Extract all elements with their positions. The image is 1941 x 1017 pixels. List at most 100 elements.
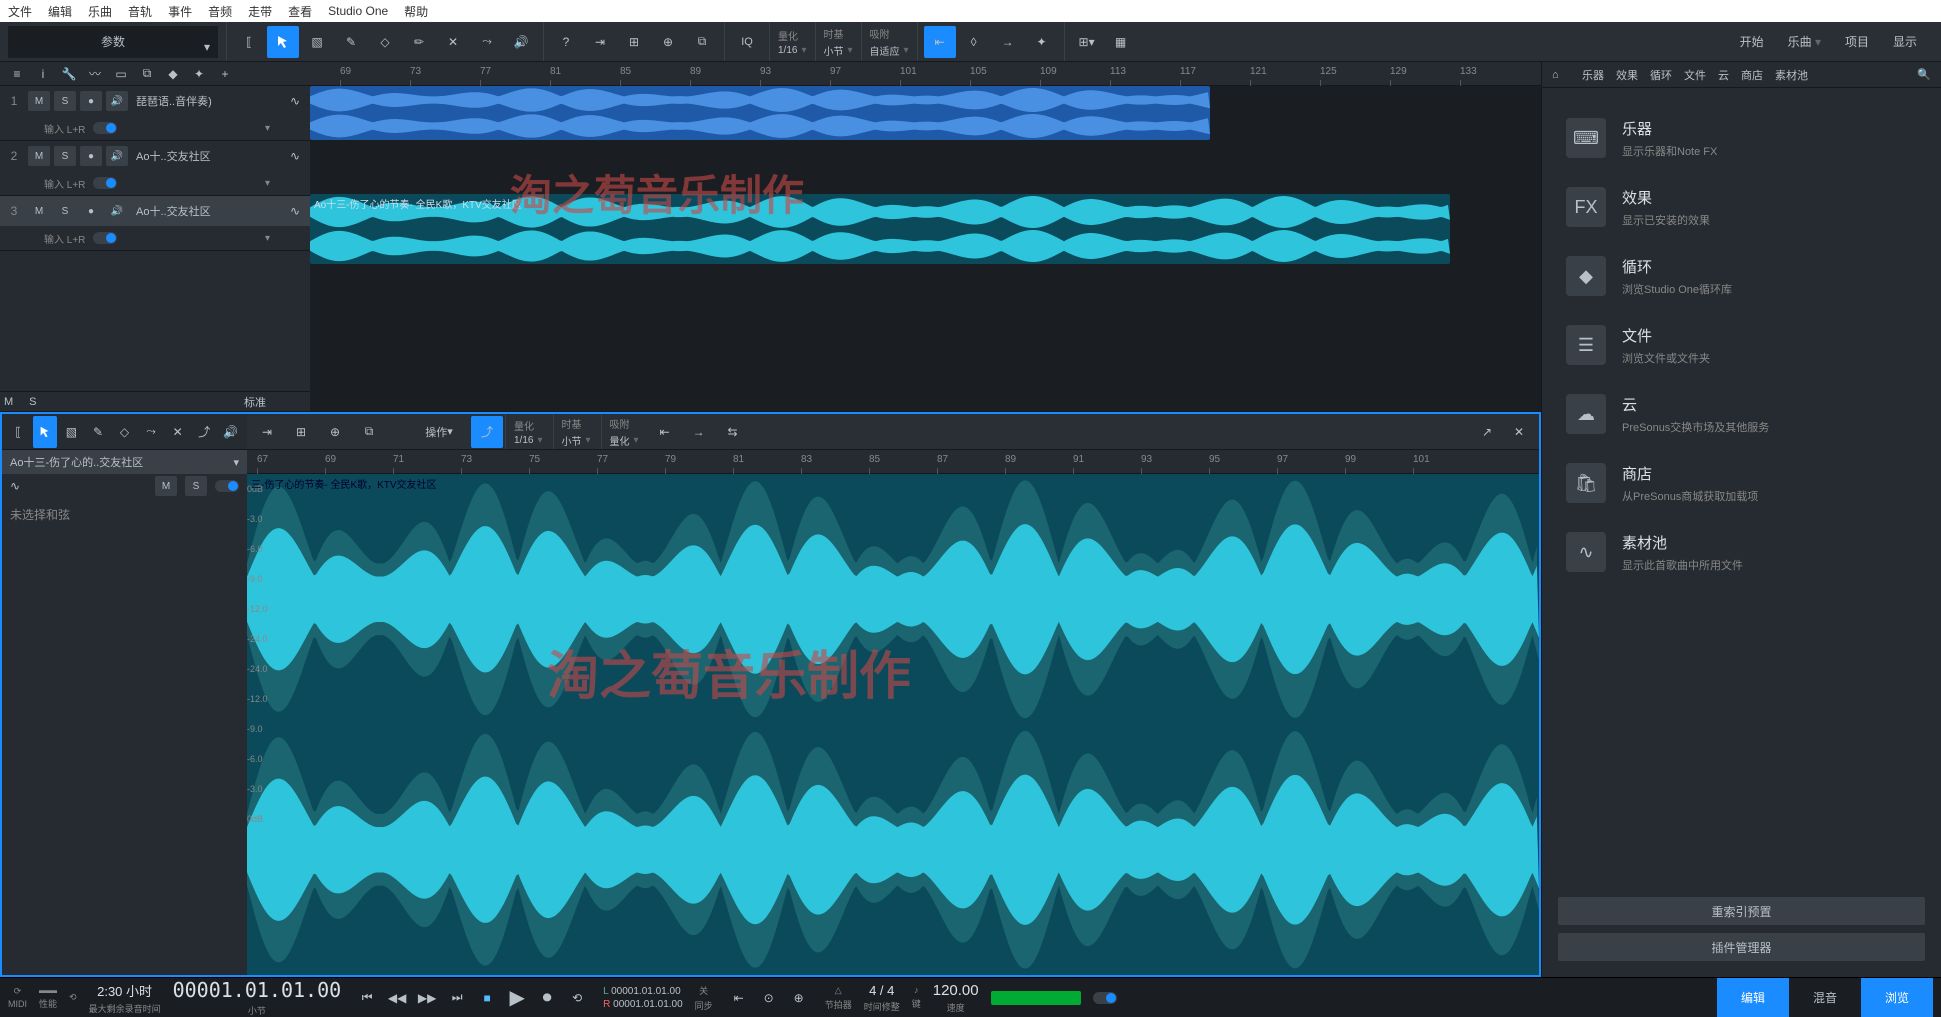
paint-tool[interactable]: ✏ [403,26,435,58]
editor-waveform[interactable]: 三-伤了心的节奏- 全民K歌，KTV交友社区 淘之萄音乐制作 0dB-3.0-6… [247,474,1539,975]
mute-button[interactable]: M [28,91,50,111]
mute-button[interactable]: M [28,146,50,166]
rewind-start-button[interactable]: ⏮ [353,984,381,1012]
menu-file[interactable]: 文件 [8,3,32,20]
ed-follow-icon[interactable]: → [683,416,715,448]
ed-bend-mode-icon[interactable]: ⤴ [471,416,503,448]
param-dropdown[interactable]: 参数 [8,26,218,58]
editor-bend-tool[interactable]: ⤳ [139,416,164,448]
tab-files[interactable]: 文件 [1684,67,1706,83]
quantize-selector[interactable]: 量化 1/16 [769,22,815,61]
tracklist-icon[interactable]: ≡ [8,67,26,81]
record-button[interactable]: ⏺ [533,984,561,1012]
ed-close-icon[interactable]: ✕ [1503,416,1535,448]
home-icon[interactable]: ⌂ [1552,69,1570,81]
ed-snap[interactable]: 吸附量化 [601,414,647,449]
position-display[interactable]: 00001.01.01.00小节 [173,978,342,1017]
view-edit[interactable]: 编辑 [1717,978,1789,1017]
audio-clip-3[interactable]: Ao十三-伤了心的节奏- 全民K歌，KTV交友社区 [310,194,1450,264]
menu-song[interactable]: 乐曲 [88,3,112,20]
tab-pool[interactable]: 素材池 [1775,67,1808,83]
plugin-manager-button[interactable]: 插件管理器 [1558,933,1925,961]
reindex-button[interactable]: 重索引预置 [1558,897,1925,925]
ed-snap1-icon[interactable]: ⇥ [251,416,283,448]
metronome[interactable]: △节拍器 [825,985,852,1011]
input-toggle[interactable] [93,232,117,244]
browser-item-pool[interactable]: ∿素材池显示此首歌曲中所用文件 [1558,518,1925,587]
editor-draw-tool[interactable]: ✎ [86,416,111,448]
mute-button[interactable]: M [28,201,50,221]
editor-clip-selector[interactable]: Ao十三-伤了心的..交友社区 [2,450,247,474]
track-input[interactable]: 输入 L+R [0,116,310,140]
timebase-selector[interactable]: 时基 小节 [815,22,861,61]
ed-quantize[interactable]: 量化1/16 [505,414,551,449]
track-2[interactable]: 2 M S ● 🔊 Ao十..交友社区 ∿ 输入 L+R [0,141,310,196]
forward-end-button[interactable]: ⏭ [443,984,471,1012]
solo-button[interactable]: S [54,146,76,166]
editor-ruler[interactable]: 6769717375777981838587899193959799101 [247,450,1539,474]
tempo-icon[interactable]: ✦ [1026,26,1058,58]
editor-solo[interactable]: S [185,476,207,496]
autopunch-icon[interactable]: ⊙ [755,984,783,1012]
search-icon[interactable]: 🔍 [1917,68,1931,81]
forward-button[interactable]: ▶▶ [413,984,441,1012]
expand-icon[interactable]: ⟦ [233,26,265,58]
ed-action-dropdown[interactable]: 操作 ▾ [409,416,469,448]
nav-project[interactable]: 项目 [1845,33,1869,50]
menu-edit[interactable]: 编辑 [48,3,72,20]
editor-split-tool[interactable]: ⤴ [192,416,217,448]
arrange-ruler[interactable]: 6973778185899397101105109113117121125129… [310,62,1541,86]
editor-arrow-tool[interactable] [33,416,58,448]
draw-tool[interactable]: ✎ [335,26,367,58]
ed-snap2-icon[interactable]: ⊞ [285,416,317,448]
menu-audio[interactable]: 音频 [208,3,232,20]
group-icon[interactable]: ▭ [112,67,130,81]
erase-tool[interactable]: ◇ [369,26,401,58]
video-icon[interactable]: ▦ [1105,26,1137,58]
editor-expand-icon[interactable]: ⟦ [6,416,31,448]
monitor-button[interactable]: 🔊 [106,201,128,221]
editor-toggle[interactable] [215,480,239,492]
precount-icon[interactable]: ⊕ [785,984,813,1012]
arranger-icon[interactable]: → [992,26,1024,58]
editor-range-tool[interactable]: ▧ [59,416,84,448]
editor-mute-tool[interactable]: ✕ [165,416,190,448]
tab-instruments[interactable]: 乐器 [1582,67,1604,83]
stop-button[interactable]: ■ [473,984,501,1012]
wrench-icon[interactable]: 🔧 [60,67,78,81]
info-icon[interactable]: i [34,67,52,81]
input-toggle[interactable] [93,122,117,134]
snap-grid-icon[interactable]: ⊞ [618,26,650,58]
play-button[interactable]: ▶ [503,984,531,1012]
preroll-icon[interactable]: ⇤ [725,984,753,1012]
ed-zoom-icon[interactable]: ⊕ [319,416,351,448]
ed-link-icon[interactable]: ⇆ [717,416,749,448]
menu-track[interactable]: 音轨 [128,3,152,20]
menu-view[interactable]: 查看 [288,3,312,20]
ed-ripple-icon[interactable]: ⧉ [353,416,385,448]
tab-loops[interactable]: 循环 [1650,67,1672,83]
marker-icon[interactable]: ◊ [958,26,990,58]
solo-button[interactable]: S [54,91,76,111]
menu-help[interactable]: 帮助 [404,3,428,20]
record-button[interactable]: ● [80,91,102,111]
view-browse[interactable]: 浏览 [1861,978,1933,1017]
sync[interactable]: 关同步 [695,984,713,1012]
key[interactable]: ♪键 [912,985,921,1010]
browser-item-cloud[interactable]: ☁云PreSonus交换市场及其他服务 [1558,380,1925,449]
browser-item-file[interactable]: ☰文件浏览文件或文件夹 [1558,311,1925,380]
standard-label[interactable]: 标准 [244,394,266,410]
ed-detach-icon[interactable]: ↗ [1471,416,1503,448]
rewind-button[interactable]: ◀◀ [383,984,411,1012]
bend-tool[interactable]: ⤳ [471,26,503,58]
snap-selector[interactable]: 吸附 自适应 [861,22,917,61]
editor-erase-tool[interactable]: ◇ [112,416,137,448]
track-input[interactable]: 输入 L+R [0,171,310,195]
editor-mute[interactable]: M [155,476,177,496]
snap-start-icon[interactable]: ⇥ [584,26,616,58]
track-input[interactable]: 输入 L+R [0,226,310,250]
automation-icon[interactable]: 〰 [86,65,104,82]
ed-timebase[interactable]: 时基小节 [553,414,599,449]
menu-studioone[interactable]: Studio One [328,4,388,18]
nav-start[interactable]: 开始 [1740,33,1764,50]
